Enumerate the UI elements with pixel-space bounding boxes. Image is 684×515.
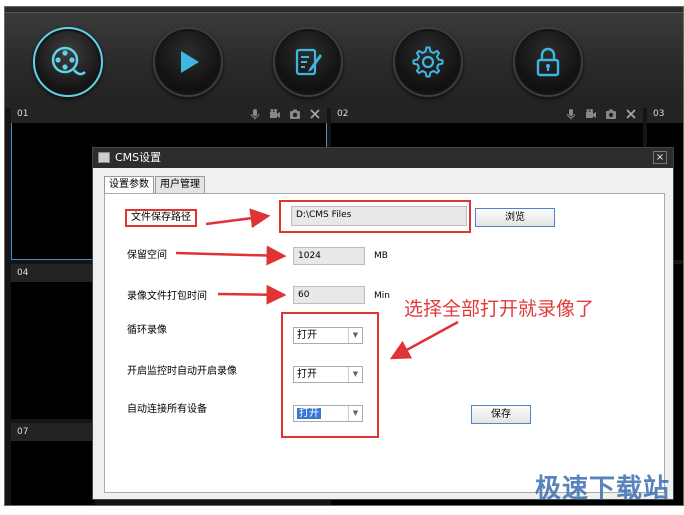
settings-button[interactable] — [393, 27, 463, 97]
tab-settings-params[interactable]: 设置参数 — [104, 176, 154, 194]
loop-record-value: 打开 — [297, 330, 317, 341]
settings-tabs: 设置参数 用户管理 — [104, 176, 206, 194]
auto-start-value: 打开 — [297, 369, 317, 380]
save-button[interactable]: 保存 — [471, 405, 531, 424]
pack-time-label: 录像文件打包时间 — [127, 291, 207, 302]
dialog-title: CMS设置 — [115, 151, 162, 164]
reserve-space-unit: MB — [374, 251, 388, 261]
tab-user-management[interactable]: 用户管理 — [155, 176, 205, 194]
settings-panel: 文件保存路径 D:\CMS Files 浏览 保留空间 1024 MB 录像文件… — [104, 193, 665, 493]
microphone-icon[interactable] — [249, 108, 261, 120]
tile-number: 07 — [17, 427, 29, 437]
file-path-field[interactable]: D:\CMS Files — [291, 206, 467, 226]
pack-time-unit: Min — [374, 291, 390, 301]
snapshot-camera-icon[interactable] — [289, 108, 301, 120]
play-button[interactable] — [153, 27, 223, 97]
reserve-space-label: 保留空间 — [127, 250, 167, 261]
auto-connect-select[interactable]: 打开 ▼ — [293, 405, 363, 422]
gear-icon — [412, 46, 444, 78]
edit-document-icon — [295, 48, 322, 76]
dialog-titlebar: CMS设置 × — [93, 148, 673, 168]
tile-header: 04 — [11, 264, 95, 282]
tile-number: 01 — [17, 109, 29, 119]
video-camera-icon[interactable] — [585, 108, 597, 120]
video-playback-button[interactable] — [33, 27, 103, 97]
annotation-text: 选择全部打开就录像了 — [404, 298, 595, 320]
loop-record-select[interactable]: 打开 ▼ — [293, 327, 363, 344]
tile-header: 01 — [11, 105, 327, 123]
tile-header: 07 — [11, 423, 95, 441]
tile-header: 03 — [647, 105, 683, 123]
site-watermark: 极速下载站 — [534, 474, 670, 504]
file-path-label: 文件保存路径 — [125, 209, 197, 227]
tile-number: 02 — [337, 109, 349, 119]
auto-start-select[interactable]: 打开 ▼ — [293, 366, 363, 383]
auto-connect-label: 自动连接所有设备 — [127, 404, 207, 415]
snapshot-camera-icon[interactable] — [605, 108, 617, 120]
play-icon — [181, 51, 199, 73]
chevron-down-icon[interactable]: ▼ — [348, 406, 362, 421]
chevron-down-icon[interactable]: ▼ — [348, 328, 362, 343]
video-tile-07[interactable]: 07 — [11, 423, 95, 505]
cms-settings-dialog: CMS设置 × 设置参数 用户管理 文件保存路径 D:\CMS Files 浏览… — [92, 147, 674, 500]
chevron-down-icon[interactable]: ▼ — [348, 367, 362, 382]
close-icon[interactable] — [625, 108, 637, 120]
tile-number: 04 — [17, 268, 29, 278]
film-reel-icon — [51, 46, 86, 76]
loop-record-label: 循环录像 — [127, 325, 167, 336]
lock-button[interactable] — [513, 27, 583, 97]
tile-number: 03 — [653, 109, 665, 119]
lock-icon — [536, 47, 560, 77]
video-tile-04[interactable]: 04 — [11, 264, 95, 419]
pack-time-field[interactable]: 60 — [293, 286, 365, 304]
browse-button[interactable]: 浏览 — [475, 208, 555, 227]
auto-connect-value: 打开 — [297, 408, 321, 419]
dialog-close-button[interactable]: × — [653, 151, 667, 164]
tile-header: 02 — [331, 105, 643, 123]
video-camera-icon[interactable] — [269, 108, 281, 120]
main-toolbar — [5, 13, 683, 109]
close-icon[interactable] — [309, 108, 321, 120]
reserve-space-field[interactable]: 1024 — [293, 247, 365, 265]
microphone-icon[interactable] — [565, 108, 577, 120]
app-icon — [98, 152, 110, 163]
edit-button[interactable] — [273, 27, 343, 97]
auto-start-label: 开启监控时自动开启录像 — [127, 366, 237, 377]
